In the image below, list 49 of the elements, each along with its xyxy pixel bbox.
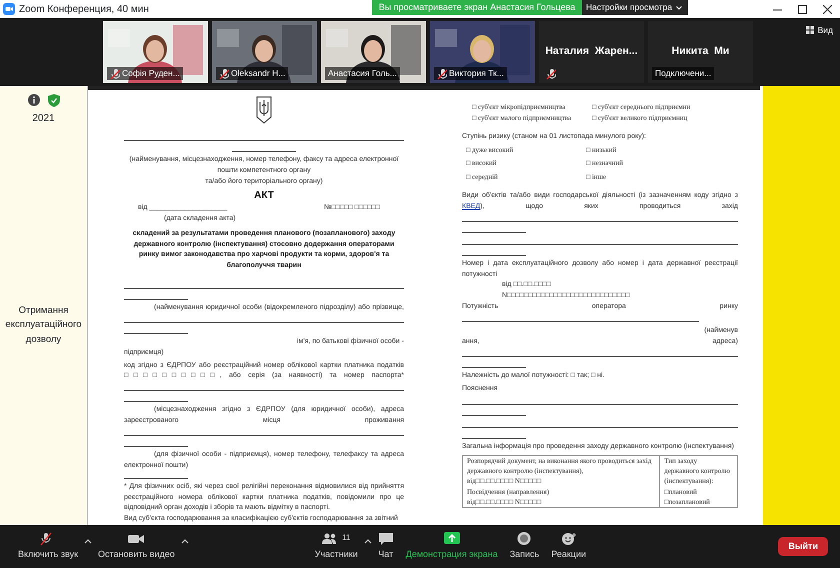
toolbar-button[interactable]: Чат xyxy=(372,532,400,562)
participant-tile[interactable]: Виктория Тк... xyxy=(430,21,535,83)
muted-mic-icon xyxy=(437,68,447,80)
chevron-down-icon xyxy=(676,6,682,10)
toolbar-button[interactable]: Остановить видео xyxy=(92,532,181,562)
muted-mic-icon xyxy=(546,68,556,80)
maximize-icon[interactable] xyxy=(798,4,807,14)
toolbar-button[interactable]: Реакции xyxy=(545,532,592,562)
people-icon xyxy=(322,532,338,546)
caret-up-icon[interactable] xyxy=(84,538,92,544)
info-icon[interactable] xyxy=(28,94,40,106)
participant-name: Софія Руден... xyxy=(122,67,180,80)
leave-button[interactable]: Выйти xyxy=(778,536,828,556)
close-icon[interactable] xyxy=(823,4,832,14)
participant-tile[interactable]: Наталия Жарен... xyxy=(539,21,644,83)
caret-up-icon[interactable] xyxy=(364,538,372,544)
participant-name: Никита Ми xyxy=(672,44,730,60)
year-label: 2021 xyxy=(32,112,55,126)
share-screen-icon xyxy=(444,532,460,546)
participant-tile[interactable]: Анастасия Голь... xyxy=(321,21,426,83)
caret-up-icon[interactable] xyxy=(180,538,189,544)
window-title: Zoom Конференция, 40 мин xyxy=(19,2,149,16)
participant-status: Подключени... xyxy=(655,67,712,80)
muted-mic-icon xyxy=(219,68,229,80)
toolbar-button[interactable]: Включить звук xyxy=(12,532,84,562)
view-button[interactable]: Вид xyxy=(804,23,834,38)
chat-icon xyxy=(378,532,394,546)
toolbar-button[interactable]: Запись xyxy=(504,532,546,562)
view-options-button[interactable]: Настройки просмотра xyxy=(582,0,688,15)
shield-icon[interactable] xyxy=(48,94,60,107)
grid-icon xyxy=(806,26,814,34)
participant-name: Наталия Жарен... xyxy=(545,44,638,60)
participant-tile[interactable]: Софія Руден... xyxy=(103,21,208,83)
participant-tile[interactable]: Никита Ми Подключени... xyxy=(648,21,753,83)
share-banner: Вы просматриваете экран Анастасия Гольцева xyxy=(372,0,582,15)
smiley-icon xyxy=(560,532,577,546)
participant-name: Анастасия Голь... xyxy=(328,67,397,80)
participant-name: Виктория Тк... xyxy=(449,67,504,80)
participant-name: Oleksandr H... xyxy=(231,67,286,80)
toolbar-button[interactable]: 11 Участники xyxy=(308,532,364,562)
record-icon xyxy=(516,532,532,546)
trident-emblem-icon xyxy=(256,96,272,124)
participant-tile[interactable]: Oleksandr H... xyxy=(212,21,317,83)
muted-mic-icon xyxy=(110,68,120,80)
participant-count: 11 xyxy=(342,532,350,544)
toolbar-button[interactable]: Демонстрация экрана xyxy=(400,532,504,562)
row-title: Отримання експлуатаційного дозволу xyxy=(4,304,83,347)
document-title: АКТ xyxy=(253,188,275,203)
zoom-logo-icon xyxy=(3,3,15,15)
